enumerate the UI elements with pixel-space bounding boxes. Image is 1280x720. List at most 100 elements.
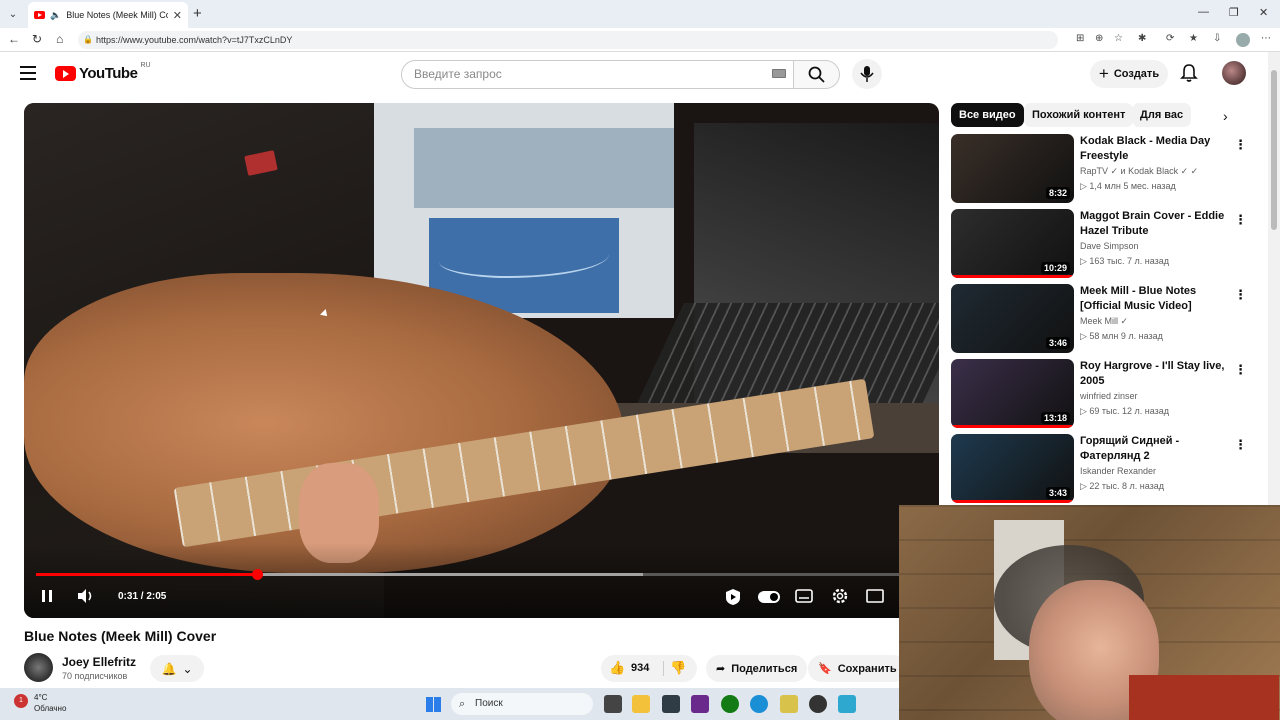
edge-browser-icon[interactable] bbox=[750, 695, 768, 713]
save-button[interactable]: 🔖 Сохранить bbox=[808, 655, 907, 682]
recommendation-title[interactable]: Maggot Brain Cover - Eddie Hazel Tribute bbox=[1080, 209, 1230, 239]
progress-bar[interactable] bbox=[36, 569, 928, 580]
recommendation-channel[interactable]: Meek Mill ✓ bbox=[1080, 316, 1128, 327]
keyboard-icon[interactable] bbox=[772, 69, 786, 78]
menu-icon[interactable] bbox=[20, 66, 36, 80]
chip-related[interactable]: Похожий контент bbox=[1024, 103, 1134, 127]
windows-start-icon[interactable] bbox=[426, 697, 441, 712]
video-thumbnail[interactable]: 13:18 bbox=[951, 359, 1074, 428]
search-button[interactable] bbox=[794, 60, 840, 89]
weather-condition: Облачно bbox=[34, 704, 67, 713]
channel-name[interactable]: Joey Ellefritz bbox=[62, 655, 136, 669]
create-label: Создать bbox=[1113, 68, 1160, 80]
more-options-icon[interactable]: ⋮ bbox=[1234, 362, 1247, 378]
recommendation-channel[interactable]: Dave Simpson bbox=[1080, 241, 1139, 251]
autoplay-toggle[interactable] bbox=[758, 591, 780, 603]
recommendation-item[interactable]: 10:29 Maggot Brain Cover - Eddie Hazel Tr… bbox=[951, 209, 1261, 279]
browser-tab-active[interactable]: 🔈 Blue Notes (Meek Mill) Cover ✕ bbox=[28, 2, 188, 28]
voice-search-button[interactable] bbox=[852, 59, 882, 89]
pause-icon[interactable] bbox=[42, 590, 52, 602]
more-options-icon[interactable]: ⋮ bbox=[1234, 212, 1247, 228]
subtitles-icon[interactable] bbox=[795, 589, 813, 606]
taskbar-search-label: Поиск bbox=[475, 698, 503, 709]
scrollbar-thumb[interactable] bbox=[1271, 70, 1277, 230]
settings-gear-icon[interactable] bbox=[831, 587, 849, 608]
back-icon[interactable]: ← bbox=[8, 32, 20, 46]
video-thumbnail[interactable]: 10:29 bbox=[951, 209, 1074, 278]
progress-played bbox=[36, 573, 258, 576]
new-tab-icon[interactable]: + bbox=[193, 5, 202, 22]
volume-icon[interactable] bbox=[77, 588, 95, 607]
share-button[interactable]: ➦ Поделиться bbox=[706, 655, 808, 682]
create-button[interactable]: + Создать bbox=[1090, 60, 1168, 88]
app-icon[interactable] bbox=[780, 695, 798, 713]
channel-avatar[interactable] bbox=[24, 653, 53, 682]
browser-menu-icon[interactable]: ⋯ bbox=[1261, 33, 1271, 44]
sync-icon[interactable]: ⟳ bbox=[1166, 33, 1174, 44]
save-icon: 🔖 bbox=[818, 663, 832, 675]
notifications-button[interactable] bbox=[1180, 63, 1198, 88]
recommendation-item[interactable]: 3:43 Горящий Сидней - Фатерлянд 2 Iskander… bbox=[951, 434, 1261, 504]
favorites-icon[interactable]: ★ bbox=[1189, 33, 1198, 44]
more-options-icon[interactable]: ⋮ bbox=[1234, 437, 1247, 453]
dislike-icon[interactable]: 👎 bbox=[670, 660, 686, 676]
app-icon[interactable] bbox=[662, 695, 680, 713]
home-icon[interactable]: ⌂ bbox=[56, 32, 63, 46]
minimize-icon[interactable]: — bbox=[1198, 6, 1209, 18]
window-close-icon[interactable]: ✕ bbox=[1259, 6, 1268, 19]
tab-close-icon[interactable]: ✕ bbox=[173, 9, 182, 22]
address-bar[interactable]: 🔒 https://www.youtube.com/watch?v=tJ7Txz… bbox=[78, 31, 1058, 49]
video-thumbnail[interactable]: 8:32 bbox=[951, 134, 1074, 203]
like-icon[interactable]: 👍 bbox=[609, 660, 625, 676]
video-duration: 8:32 bbox=[1045, 187, 1070, 199]
app-icon[interactable] bbox=[809, 695, 827, 713]
translate-icon[interactable]: ⊞ bbox=[1076, 33, 1084, 44]
search-input[interactable]: Введите запрос bbox=[401, 60, 794, 89]
more-options-icon[interactable]: ⋮ bbox=[1234, 137, 1247, 153]
audio-playing-icon[interactable]: 🔈 bbox=[50, 10, 61, 21]
taskbar-search[interactable]: ⌕ Поиск bbox=[451, 693, 593, 715]
recommendation-item[interactable]: 13:18 Roy Hargrove - I'll Stay live, 2005… bbox=[951, 359, 1261, 429]
app-icon[interactable] bbox=[838, 695, 856, 713]
recommendation-title[interactable]: Meek Mill - Blue Notes [Official Music V… bbox=[1080, 284, 1230, 314]
video-thumbnail[interactable]: 3:46 bbox=[951, 284, 1074, 353]
task-view-icon[interactable] bbox=[604, 695, 622, 713]
sponsorblock-icon[interactable] bbox=[724, 588, 742, 609]
xbox-icon[interactable] bbox=[721, 695, 739, 713]
youtube-logo[interactable]: YouTube RU bbox=[55, 62, 151, 82]
video-thumbnail[interactable]: 3:43 bbox=[951, 434, 1074, 503]
chevron-down-icon: ⌄ bbox=[182, 661, 193, 676]
restore-icon[interactable]: ❐ bbox=[1229, 6, 1239, 19]
recommendation-title[interactable]: Горящий Сидней - Фатерлянд 2 bbox=[1080, 434, 1230, 464]
file-explorer-icon[interactable] bbox=[632, 695, 650, 713]
chevron-right-icon[interactable]: › bbox=[1223, 108, 1228, 124]
site-info-icon[interactable]: 🔒 bbox=[83, 31, 93, 49]
webcam-overlay bbox=[899, 505, 1280, 720]
app-icon[interactable] bbox=[691, 695, 709, 713]
recommendation-item[interactable]: 3:46 Meek Mill - Blue Notes [Official Mus… bbox=[951, 284, 1261, 354]
recommendation-channel[interactable]: RapTV ✓ и Kodak Black ✓ ✓ bbox=[1080, 166, 1198, 177]
recommendation-title[interactable]: Kodak Black - Media Day Freestyle bbox=[1080, 134, 1230, 164]
subscription-button[interactable]: 🔔 ⌄ bbox=[150, 655, 204, 682]
recommendation-channel[interactable]: Iskander Rexander bbox=[1080, 466, 1156, 476]
more-options-icon[interactable]: ⋮ bbox=[1234, 287, 1247, 303]
zoom-icon[interactable]: ⊕ bbox=[1095, 33, 1103, 44]
reload-icon[interactable]: ↻ bbox=[32, 32, 42, 46]
tab-actions-chevron-icon[interactable]: ⌄ bbox=[4, 5, 22, 23]
account-avatar[interactable] bbox=[1222, 61, 1246, 85]
chip-all-videos[interactable]: Все видео bbox=[951, 103, 1024, 127]
recommendation-meta: ▷ 163 тыс. 7 л. назад bbox=[1080, 256, 1170, 266]
recommendation-item[interactable]: 8:32 Kodak Black - Media Day Freestyle Rap… bbox=[951, 134, 1261, 204]
weather-widget[interactable]: 1 4°C Облачно bbox=[12, 692, 66, 714]
recommendation-title[interactable]: Roy Hargrove - I'll Stay live, 2005 bbox=[1080, 359, 1230, 389]
downloads-icon[interactable]: ⇩ bbox=[1213, 33, 1221, 44]
video-player[interactable]: 0:31 / 2:05 bbox=[24, 103, 939, 618]
favorite-star-icon[interactable]: ☆ bbox=[1114, 33, 1123, 44]
eq-curve bbox=[439, 238, 609, 278]
recommendation-channel[interactable]: winfried zinser bbox=[1080, 391, 1138, 401]
chip-for-you[interactable]: Для вас bbox=[1132, 103, 1192, 127]
theater-mode-icon[interactable] bbox=[866, 589, 884, 606]
browser-profile-avatar[interactable] bbox=[1236, 33, 1250, 47]
extensions-icon[interactable]: ✱ bbox=[1138, 33, 1146, 44]
share-label: Поделиться bbox=[731, 662, 798, 675]
